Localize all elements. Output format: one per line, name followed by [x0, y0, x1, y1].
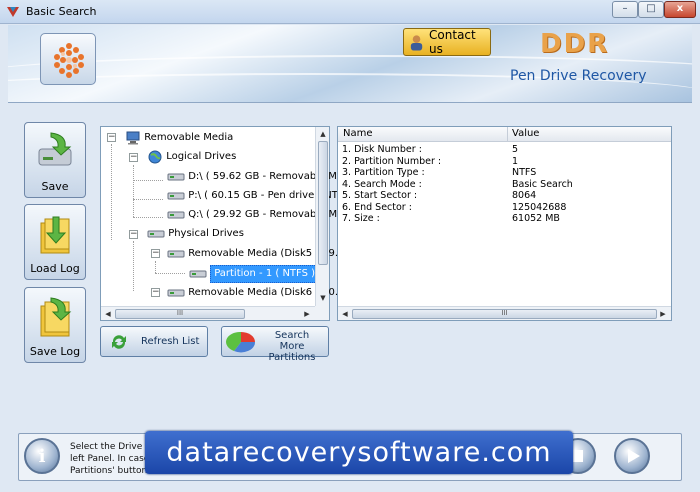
- details-row[interactable]: 5. Start Sector : 8064: [342, 190, 536, 201]
- app-icon: [7, 7, 19, 17]
- scroll-up-icon[interactable]: ▲: [317, 128, 329, 140]
- scroll-thumb[interactable]: [318, 141, 328, 265]
- refresh-list-label: Refresh List: [141, 336, 200, 347]
- product-name: Pen Drive Recovery: [510, 68, 647, 84]
- collapse-toggle[interactable]: −: [151, 249, 160, 258]
- details-row-name: 2. Partition Number :: [342, 155, 442, 167]
- close-button[interactable]: x: [664, 1, 696, 18]
- play-icon: [628, 449, 640, 463]
- save-log-label: Save Log: [29, 345, 81, 358]
- collapse-toggle[interactable]: −: [129, 230, 138, 239]
- details-row-value: 125042688: [512, 201, 567, 213]
- load-log-label: Load Log: [30, 262, 80, 275]
- details-list[interactable]: Name Value 1. Disk Number :5 2. Partition…: [337, 126, 672, 321]
- save-button[interactable]: Save: [24, 122, 86, 198]
- expand-toggle[interactable]: −: [151, 288, 160, 297]
- details-row-value: 5: [512, 144, 519, 155]
- details-row-name: 6. End Sector :: [342, 201, 412, 213]
- logo-icon: [54, 43, 84, 78]
- details-header: Name Value: [338, 127, 671, 142]
- computer-icon: [126, 131, 140, 145]
- drive-icon: [167, 250, 185, 258]
- search-more-label-line1: Search More: [274, 330, 310, 352]
- column-header-name[interactable]: Name: [343, 128, 373, 139]
- brand-title: DDR: [540, 29, 610, 59]
- details-row[interactable]: 6. End Sector : 125042688: [342, 201, 566, 213]
- title-bar: Basic Search – □ x: [0, 0, 700, 24]
- tree-node-physical-drives[interactable]: Physical Drives: [147, 226, 244, 242]
- scroll-left-icon[interactable]: ◀: [102, 308, 114, 320]
- tree-vertical-scrollbar[interactable]: ▲ ▼: [315, 127, 329, 306]
- details-row[interactable]: 1. Disk Number : 5: [342, 144, 518, 155]
- save-log-button[interactable]: Save Log: [24, 287, 86, 363]
- tree-horizontal-scrollbar[interactable]: ◀ III ▶: [101, 306, 315, 320]
- tree-node-label: Partition - 1 ( NTFS ): [210, 265, 320, 283]
- header-banner: Contact us DDR Pen Drive Recovery: [8, 25, 692, 103]
- info-icon: i: [38, 446, 46, 467]
- collapse-toggle[interactable]: −: [129, 153, 138, 162]
- save-log-icon: [40, 297, 72, 337]
- scroll-right-icon[interactable]: ▶: [657, 308, 669, 320]
- details-row-name: 1. Disk Number :: [342, 144, 422, 155]
- tree-node-partition-selected[interactable]: Partition - 1 ( NTFS ): [189, 265, 320, 283]
- scroll-thumb[interactable]: III: [115, 309, 245, 319]
- search-more-partitions-button[interactable]: Search More Partitions: [221, 326, 329, 363]
- partition-icon: [189, 270, 207, 278]
- next-button[interactable]: [614, 438, 650, 474]
- tree-node-removable-media[interactable]: Removable Media: [125, 130, 233, 146]
- drive-icon: [167, 289, 185, 297]
- drive-icon: [147, 230, 165, 238]
- search-more-label-line2: Partitions: [268, 352, 316, 363]
- tree-node-label: Logical Drives: [166, 151, 237, 162]
- person-icon: [410, 35, 423, 51]
- info-button[interactable]: i: [24, 438, 60, 474]
- details-row-value: 1: [512, 155, 519, 167]
- window-title: Basic Search: [26, 5, 97, 18]
- scroll-right-icon[interactable]: ▶: [301, 308, 313, 320]
- details-horizontal-scrollbar[interactable]: ◀ III ▶: [338, 306, 671, 320]
- drive-icon: [167, 173, 185, 181]
- save-drive-icon: [38, 132, 72, 166]
- minimize-button[interactable]: –: [612, 1, 638, 18]
- details-row-name: 5. Start Sector :: [342, 190, 418, 201]
- globe-icon: [148, 150, 162, 164]
- details-row[interactable]: 3. Partition Type : NTFS: [342, 167, 536, 178]
- refresh-icon: [112, 335, 126, 349]
- tree-node-logical-drives[interactable]: Logical Drives: [147, 149, 236, 165]
- refresh-list-button[interactable]: Refresh List: [100, 326, 208, 357]
- scroll-thumb[interactable]: III: [352, 309, 657, 319]
- details-row-name: 7. Size :: [342, 213, 380, 224]
- scroll-down-icon[interactable]: ▼: [317, 292, 329, 304]
- column-header-value[interactable]: Value: [512, 128, 539, 139]
- details-row[interactable]: 2. Partition Number : 1: [342, 155, 518, 167]
- drive-icon: [167, 211, 185, 219]
- contact-us-button[interactable]: Contact us: [403, 28, 491, 56]
- app-logo: [40, 33, 96, 85]
- scroll-left-icon[interactable]: ◀: [339, 308, 351, 320]
- details-row-value: 8064: [512, 190, 537, 201]
- scroll-corner: [315, 306, 329, 320]
- save-label: Save: [41, 180, 69, 193]
- partition-pie-icon: [226, 331, 256, 353]
- details-row-name: 4. Search Mode :: [342, 178, 422, 190]
- collapse-toggle[interactable]: −: [107, 133, 116, 142]
- details-row-value: NTFS: [512, 167, 537, 178]
- details-row[interactable]: 7. Size : 61052 MB: [342, 213, 560, 224]
- details-row-value: Basic Search: [512, 178, 573, 190]
- details-row-value: 61052 MB: [512, 213, 560, 224]
- details-row[interactable]: 4. Search Mode : Basic Search: [342, 178, 573, 190]
- details-row-name: 3. Partition Type :: [342, 167, 425, 178]
- tree-node-label: Physical Drives: [168, 228, 244, 239]
- load-log-icon: [40, 216, 70, 254]
- drive-tree[interactable]: − Removable Media − Logical Drives D:\ (…: [100, 126, 352, 321]
- contact-us-label: Contact us: [429, 28, 476, 56]
- drive-icon: [167, 192, 185, 200]
- tree-node-label: Removable Media: [144, 132, 234, 143]
- watermark-banner: datarecoverysoftware.com: [145, 431, 573, 474]
- maximize-button[interactable]: □: [638, 1, 664, 18]
- load-log-button[interactable]: Load Log: [24, 204, 86, 280]
